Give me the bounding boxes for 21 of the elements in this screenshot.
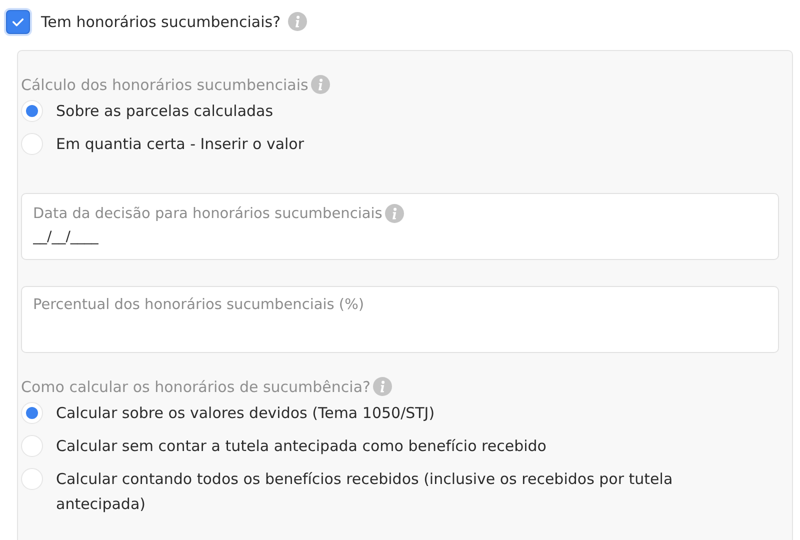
section-label: Como calcular os honorários de sucumbência? <box>21 378 370 396</box>
radio-button[interactable] <box>21 468 43 490</box>
info-icon[interactable] <box>311 75 330 94</box>
radio-button[interactable] <box>21 402 43 424</box>
radio-button[interactable] <box>21 100 43 122</box>
radio-button[interactable] <box>21 435 43 457</box>
info-icon[interactable] <box>373 377 392 396</box>
info-icon[interactable] <box>385 204 404 223</box>
radio-option[interactable]: Sobre as parcelas calculadas <box>21 100 779 133</box>
info-icon[interactable] <box>288 12 307 31</box>
checkbox-label: Tem honorários sucumbenciais? <box>41 12 281 30</box>
field-label: Data da decisão para honorários sucumbenciais <box>33 206 382 222</box>
field-label: Percentual dos honorários sucumbenciais (%) <box>33 297 364 313</box>
radio-option[interactable]: Calcular sem contar a tutela antecipada como benefício recebido <box>21 435 779 468</box>
section-label: Cálculo dos honorários sucumbenciais <box>21 76 308 94</box>
input-field[interactable]: __/__/____ <box>33 229 333 245</box>
checkbox[interactable] <box>6 10 30 34</box>
radio-option[interactable]: Calcular contando todos os benefícios recebidos (inclusive os recebidos por tutela antecipada) <box>21 468 779 517</box>
radio-option[interactable]: Em quantia certa - Inserir o valor <box>21 133 779 166</box>
radio-option[interactable]: Calcular sobre os valores devidos (Tema 1050/STJ) <box>21 402 779 435</box>
radio-button[interactable] <box>21 133 43 155</box>
